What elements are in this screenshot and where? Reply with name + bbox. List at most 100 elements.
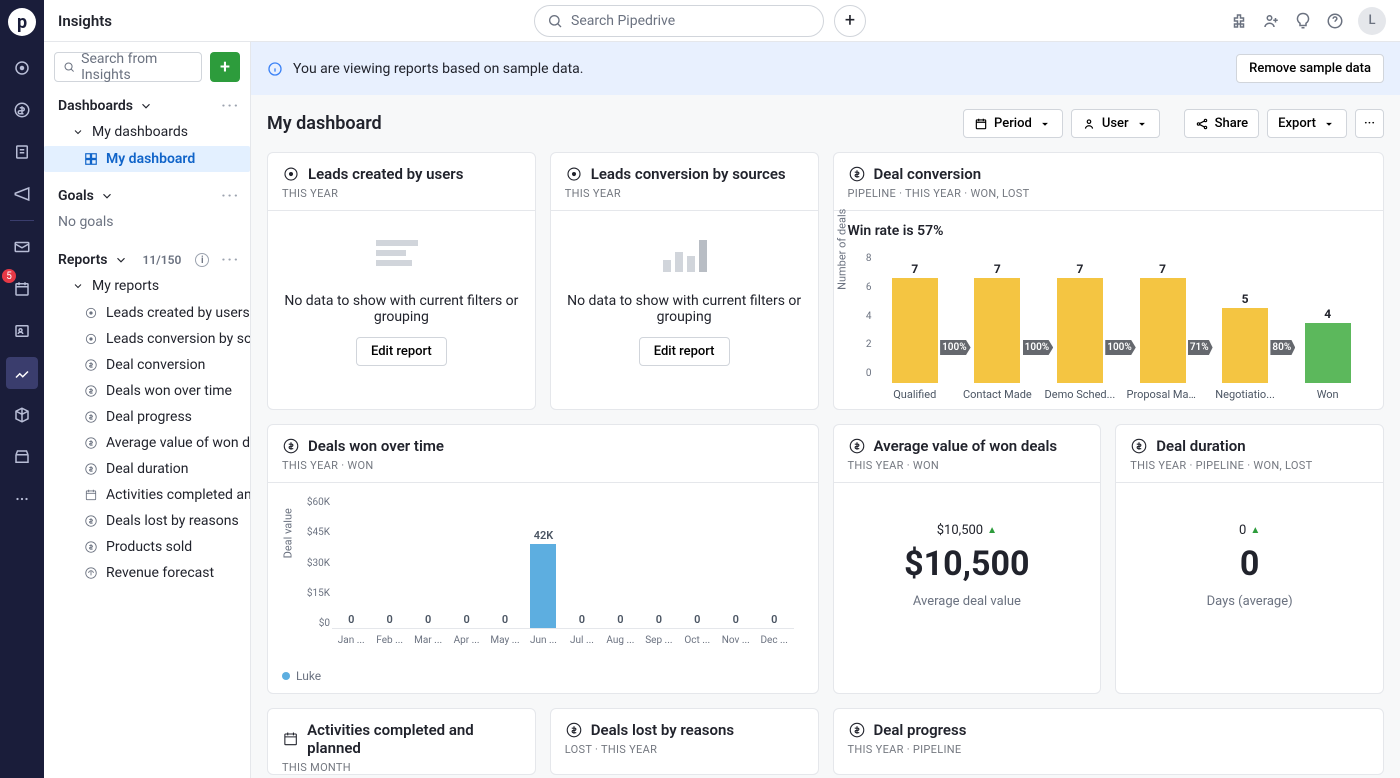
y-axis-label: Number of deals xyxy=(835,209,848,290)
sample-data-banner: You are viewing reports based on sample … xyxy=(251,42,1400,95)
report-item[interactable]: Leads conversion by so... xyxy=(44,326,250,352)
currency-icon xyxy=(848,721,866,739)
quick-add-button[interactable]: + xyxy=(834,5,866,37)
rail-more[interactable] xyxy=(6,483,38,515)
report-item[interactable]: Revenue forecast xyxy=(44,560,250,586)
chart-legend: Luke xyxy=(268,661,818,693)
report-item[interactable]: Deals lost by reasons xyxy=(44,508,250,534)
rail-campaigns[interactable] xyxy=(6,178,38,210)
sidebar: Search from Insights + Dashboards··· My … xyxy=(44,42,251,778)
report-item[interactable]: Activities completed an... xyxy=(44,482,250,508)
card-leads-created: Leads created by users THIS YEAR No data… xyxy=(267,152,536,410)
trend-up-icon: ▲ xyxy=(1250,525,1260,536)
win-rate: Win rate is 57% xyxy=(834,211,1384,239)
folder-my-reports[interactable]: My reports xyxy=(44,272,250,300)
nav-rail: p 5 xyxy=(0,0,44,778)
calendar-icon xyxy=(974,117,988,131)
user-filter[interactable]: User xyxy=(1071,109,1160,138)
extensions-icon[interactable] xyxy=(1230,12,1248,30)
section-menu[interactable]: ··· xyxy=(221,252,240,268)
share-button[interactable]: Share xyxy=(1184,109,1260,138)
page-title: Insights xyxy=(58,12,112,30)
more-button[interactable]: ··· xyxy=(1355,109,1384,138)
search-icon xyxy=(63,60,75,74)
chevron-down-icon xyxy=(139,99,153,113)
chevron-down-icon xyxy=(114,253,128,267)
card-deal-duration: Deal duration THIS YEAR · PIPELINE · WON… xyxy=(1115,424,1384,694)
legend-dot xyxy=(282,672,290,680)
item-my-dashboard[interactable]: My dashboard xyxy=(44,146,250,172)
share-icon xyxy=(1195,117,1209,131)
card-leads-conversion: Leads conversion by sources THIS YEAR No… xyxy=(550,152,819,410)
rail-mail[interactable] xyxy=(6,231,38,263)
section-goals[interactable]: Goals··· xyxy=(44,182,250,208)
y-axis-ticks: 86420 xyxy=(862,253,872,379)
global-search[interactable]: Search Pipedrive xyxy=(534,5,824,37)
rail-contacts[interactable] xyxy=(6,315,38,347)
rail-marketplace[interactable] xyxy=(6,441,38,473)
y-axis-ticks: $60K$45K$30K$15K$0 xyxy=(296,497,330,629)
search-icon xyxy=(547,13,563,29)
report-item[interactable]: Deal duration xyxy=(44,456,250,482)
edit-report-button[interactable]: Edit report xyxy=(639,337,730,366)
card-activities: Activities completed and planned THIS MO… xyxy=(267,708,536,775)
report-item[interactable]: Products sold xyxy=(44,534,250,560)
report-item[interactable]: Deal conversion xyxy=(44,352,250,378)
invite-icon[interactable] xyxy=(1262,12,1280,30)
topbar: Insights Search Pipedrive + L xyxy=(44,0,1400,42)
export-button[interactable]: Export xyxy=(1267,109,1347,138)
rail-badge: 5 xyxy=(2,269,16,283)
info-icon xyxy=(267,61,283,77)
report-item[interactable]: Deals won over time xyxy=(44,378,250,404)
trend-up-icon: ▲ xyxy=(987,525,997,536)
chevron-down-icon xyxy=(72,126,84,138)
help-icon[interactable] xyxy=(1326,12,1344,30)
folder-my-dashboards[interactable]: My dashboards xyxy=(44,118,250,146)
section-menu[interactable]: ··· xyxy=(221,98,240,114)
target-icon xyxy=(282,165,300,183)
kpi-value: 0 xyxy=(1240,544,1260,584)
chevron-down-icon xyxy=(100,189,114,203)
section-reports[interactable]: Reports11/150i··· xyxy=(44,246,250,272)
user-avatar[interactable]: L xyxy=(1358,7,1386,35)
rail-insights[interactable] xyxy=(6,357,38,389)
currency-icon xyxy=(1130,437,1148,455)
assistant-icon[interactable] xyxy=(1294,12,1312,30)
report-item[interactable]: Average value of won d... xyxy=(44,430,250,456)
insights-search[interactable]: Search from Insights xyxy=(54,52,202,82)
report-item[interactable]: Deal progress xyxy=(44,404,250,430)
rail-divider xyxy=(10,220,34,221)
edit-report-button[interactable]: Edit report xyxy=(356,337,447,366)
card-deals-lost: Deals lost by reasons LOST · THIS YEAR xyxy=(550,708,819,775)
rail-products[interactable] xyxy=(6,399,38,431)
calendar-icon xyxy=(282,730,299,748)
card-deal-conversion: Deal conversion PIPELINE · THIS YEAR · W… xyxy=(833,152,1385,410)
rail-projects[interactable] xyxy=(6,136,38,168)
logo[interactable]: p xyxy=(8,8,36,36)
kpi-value: $10,500 xyxy=(904,544,1029,584)
currency-icon xyxy=(565,721,583,739)
chart-placeholder-icon xyxy=(654,231,714,281)
period-filter[interactable]: Period xyxy=(963,109,1063,138)
rail-leads[interactable] xyxy=(6,52,38,84)
currency-icon xyxy=(848,165,866,183)
chart-placeholder-icon xyxy=(371,231,431,281)
card-deals-won: Deals won over time THIS YEAR · WON Deal… xyxy=(267,424,819,694)
report-item[interactable]: Leads created by users xyxy=(44,300,250,326)
user-icon xyxy=(1082,117,1096,131)
dashboard-icon xyxy=(84,152,98,166)
rail-deals[interactable] xyxy=(6,94,38,126)
section-dashboards[interactable]: Dashboards··· xyxy=(44,92,250,118)
dashboard-header: My dashboard Period User Share Export ··… xyxy=(251,95,1400,152)
chevron-down-icon xyxy=(72,280,84,292)
currency-icon xyxy=(282,437,300,455)
add-report-button[interactable]: + xyxy=(210,52,240,82)
info-icon[interactable]: i xyxy=(195,253,209,267)
rail-activities[interactable]: 5 xyxy=(6,273,38,305)
section-menu[interactable]: ··· xyxy=(221,188,240,204)
remove-sample-data-button[interactable]: Remove sample data xyxy=(1236,54,1384,83)
caret-down-icon xyxy=(1135,117,1149,131)
target-icon xyxy=(565,165,583,183)
caret-down-icon xyxy=(1322,117,1336,131)
content: You are viewing reports based on sample … xyxy=(251,42,1400,778)
